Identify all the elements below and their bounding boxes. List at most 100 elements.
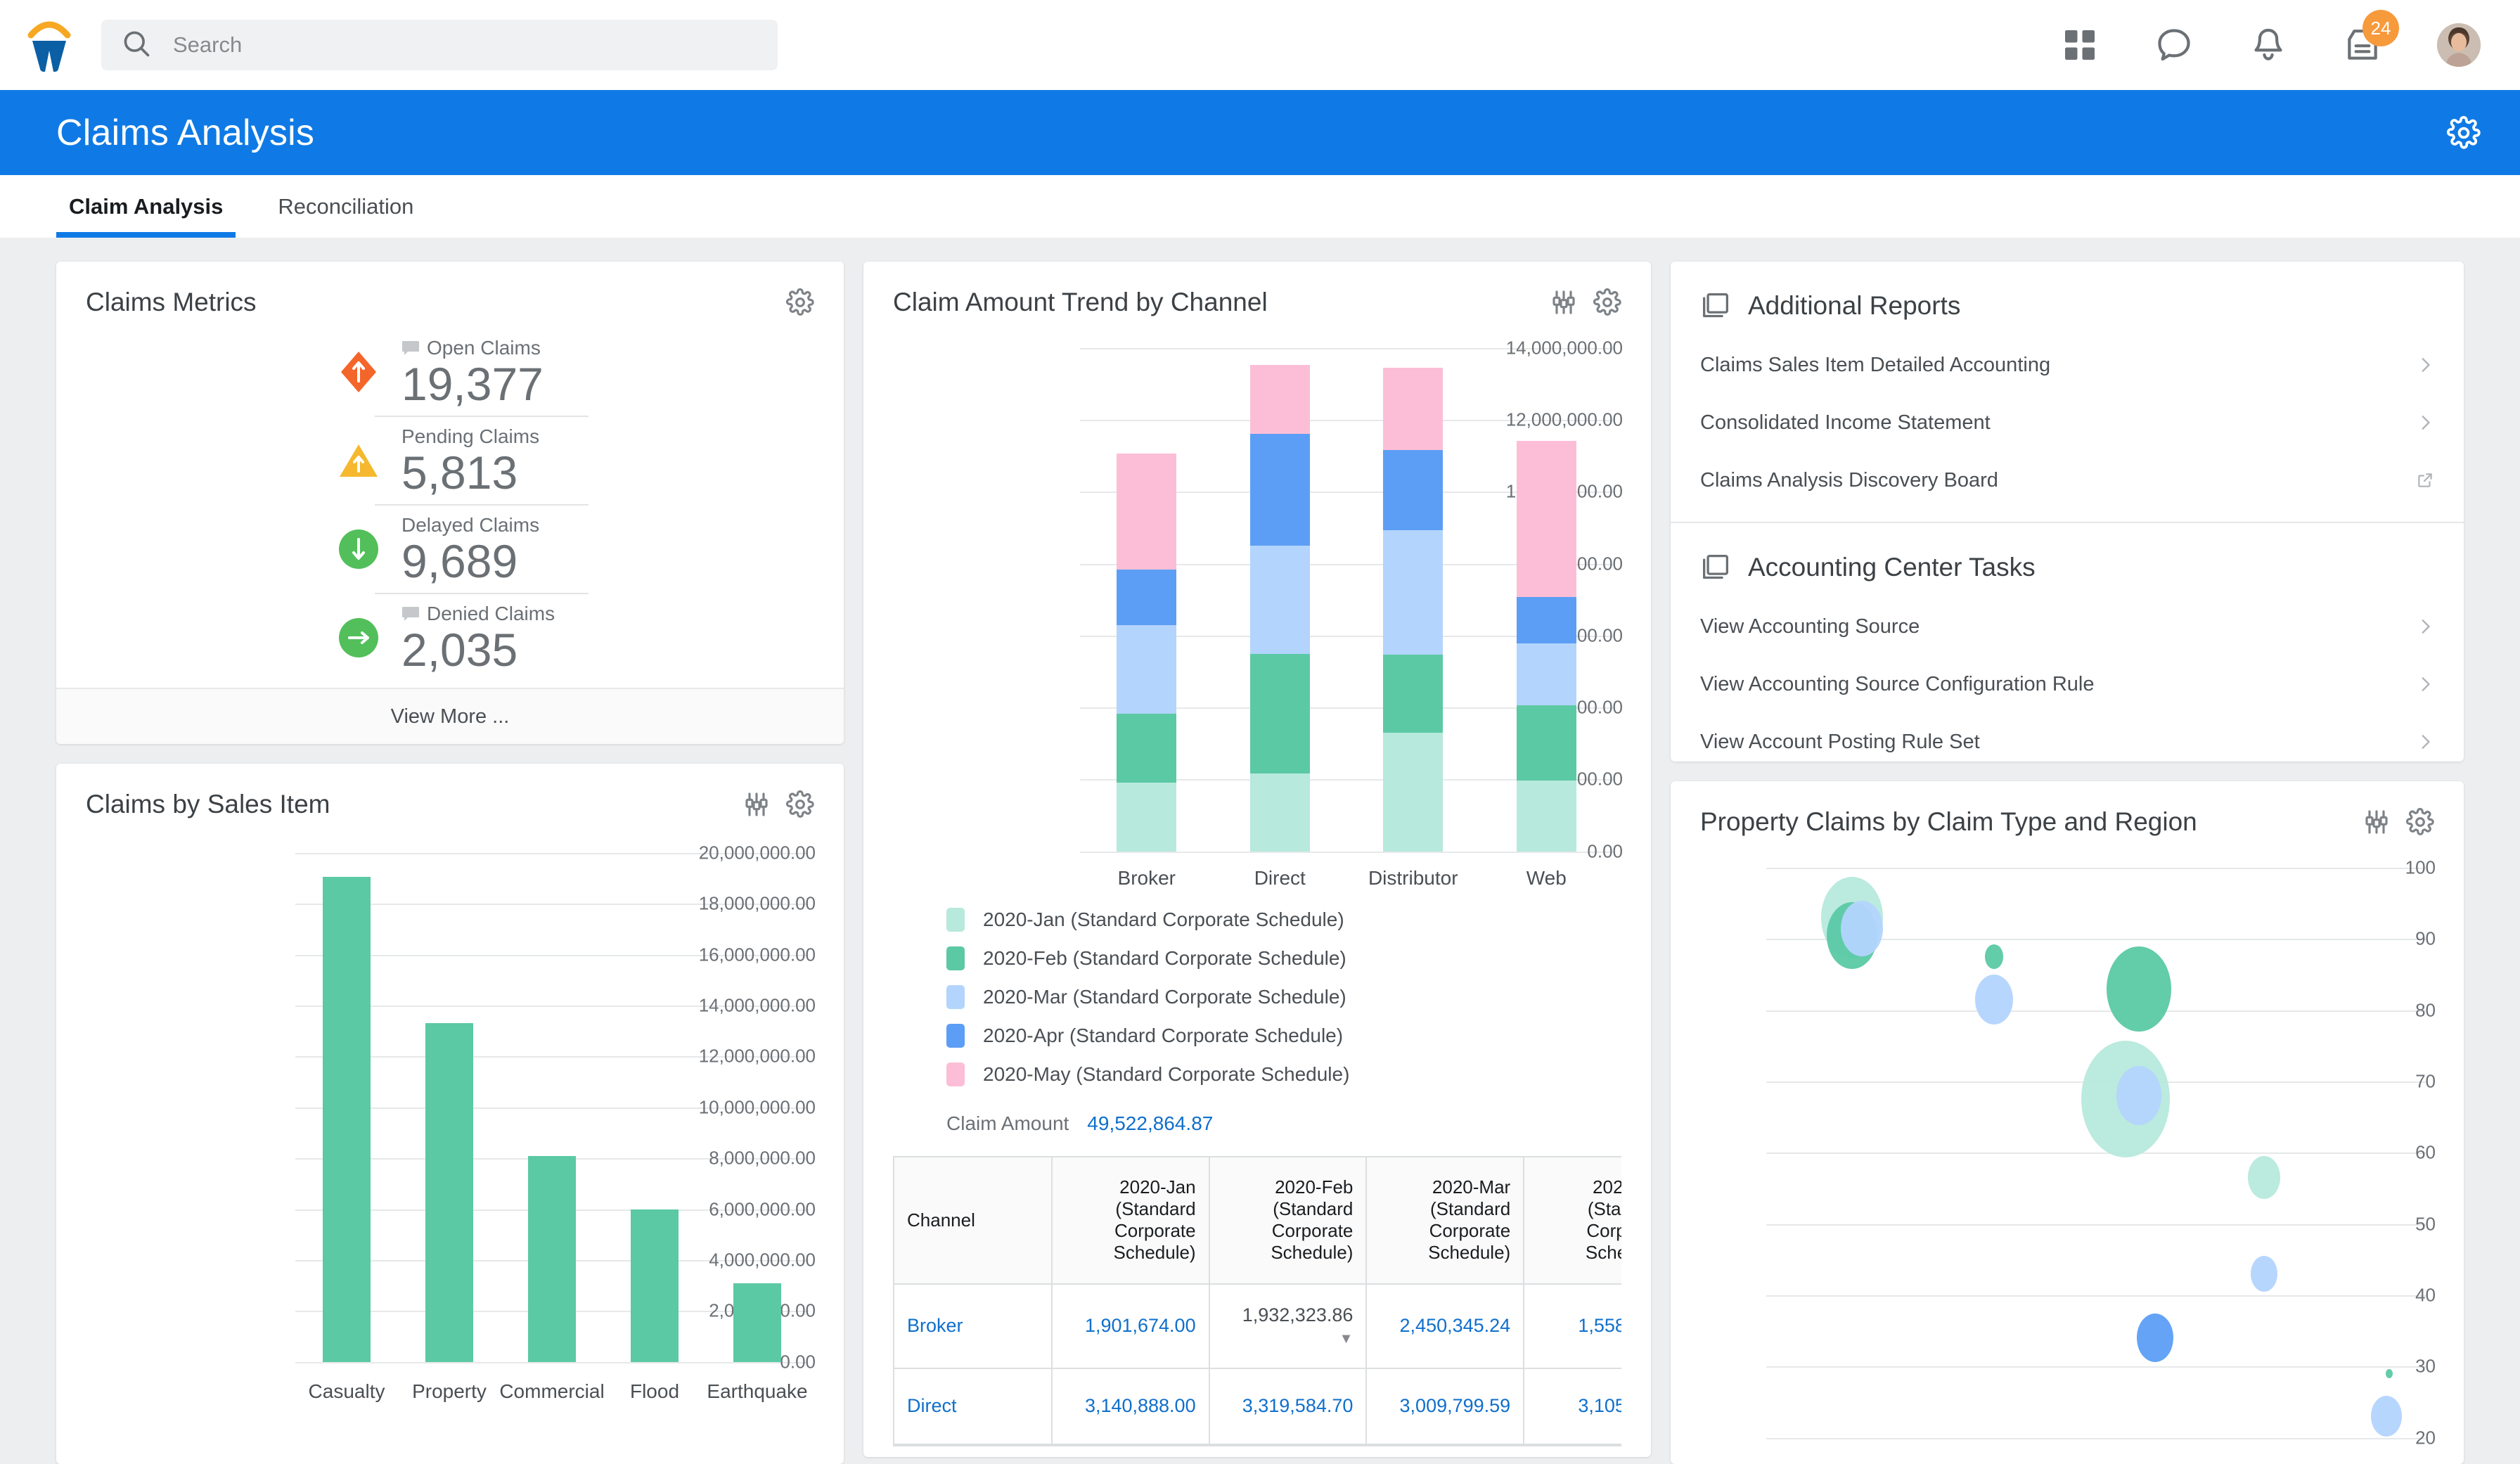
filter-sliders-icon[interactable] — [742, 790, 771, 818]
report-link-consolidated-income-statement[interactable]: Consolidated Income Statement — [1671, 394, 2464, 451]
top-icon-group: 24 — [2060, 23, 2481, 67]
cell-channel[interactable]: Direct — [894, 1368, 1052, 1444]
legend-label: 2020-May (Standard Corporate Schedule) — [983, 1063, 1349, 1086]
cell-apr[interactable]: 3,105,991. — [1524, 1368, 1621, 1444]
bar[interactable] — [528, 1156, 575, 1362]
claim-amount-trend-gear-icon[interactable] — [1593, 288, 1621, 316]
bar-segment[interactable] — [1117, 625, 1176, 713]
task-link-view-account-posting-rule-set[interactable]: View Account Posting Rule Set — [1671, 713, 2464, 762]
bubble-point[interactable] — [2371, 1396, 2402, 1437]
bubble-point[interactable] — [1975, 975, 2013, 1025]
bar-segment[interactable] — [1250, 365, 1310, 435]
claim-amount-total-label: Claim Amount — [946, 1112, 1069, 1135]
metric-pending-claims[interactable]: Pending Claims 5,813 — [56, 416, 844, 504]
bar-segment[interactable] — [1517, 781, 1576, 851]
legend-item[interactable]: 2020-Mar (Standard Corporate Schedule) — [946, 978, 1651, 1017]
col-header-channel[interactable]: Channel — [894, 1157, 1052, 1284]
metric-open-claims[interactable]: Open Claims 19,377 — [56, 327, 844, 416]
banner-settings-gear-icon[interactable] — [2447, 116, 2481, 150]
tab-claim-analysis[interactable]: Claim Analysis — [56, 194, 236, 238]
cell-jan[interactable]: 3,140,888.00 — [1052, 1368, 1209, 1444]
bar[interactable] — [323, 877, 370, 1362]
bar-segment[interactable] — [1250, 434, 1310, 546]
bubble-point[interactable] — [2251, 1256, 2277, 1291]
bar[interactable] — [631, 1209, 678, 1362]
view-more-button[interactable]: View More ... — [56, 688, 844, 744]
tab-reconciliation[interactable]: Reconciliation — [265, 194, 426, 238]
cell-apr[interactable]: 1,558,468. — [1524, 1284, 1621, 1368]
comment-bubble-icon — [401, 340, 420, 356]
bubble-point[interactable] — [1841, 901, 1883, 956]
cell-mar[interactable]: 2,450,345.24 — [1366, 1284, 1524, 1368]
bar-segment[interactable] — [1383, 368, 1443, 450]
task-link-view-accounting-source-configuration-rule[interactable]: View Accounting Source Configuration Rul… — [1671, 655, 2464, 713]
user-avatar[interactable] — [2437, 23, 2481, 67]
legend-item[interactable]: 2020-Feb (Standard Corporate Schedule) — [946, 939, 1651, 978]
bar-segment[interactable] — [1517, 643, 1576, 705]
report-link-claims-analysis-discovery-board[interactable]: Claims Analysis Discovery Board — [1671, 451, 2464, 509]
bar-segment[interactable] — [1383, 450, 1443, 530]
metric-denied-claims[interactable]: Denied Claims 2,035 — [56, 593, 844, 681]
notification-bell-icon[interactable] — [2249, 25, 2288, 65]
bar[interactable] — [733, 1283, 780, 1362]
legend-item[interactable]: 2020-May (Standard Corporate Schedule) — [946, 1055, 1651, 1094]
inbox-icon[interactable]: 24 — [2343, 25, 2382, 65]
legend-item[interactable]: 2020-Apr (Standard Corporate Schedule) — [946, 1017, 1651, 1055]
report-link-label: Claims Analysis Discovery Board — [1700, 469, 1998, 492]
bar-segment[interactable] — [1117, 570, 1176, 626]
gridline — [1766, 868, 2426, 869]
claims-metrics-gear-icon[interactable] — [786, 288, 814, 316]
bubble-point[interactable] — [2107, 946, 2171, 1032]
cell-channel[interactable]: Broker — [894, 1284, 1052, 1368]
search-box[interactable] — [101, 20, 778, 70]
y-axis-tick-label: 50 — [2389, 1213, 2436, 1235]
cell-jan[interactable]: 1,901,674.00 — [1052, 1284, 1209, 1368]
bar-segment[interactable] — [1250, 546, 1310, 654]
bar-segment[interactable] — [1383, 530, 1443, 654]
col-header-feb[interactable]: 2020-Feb (Standard Corporate Schedule) — [1209, 1157, 1367, 1284]
claim-amount-total-value[interactable]: 49,522,864.87 — [1087, 1112, 1213, 1135]
report-link-claims-sales-item-detailed-accounting[interactable]: Claims Sales Item Detailed Accounting — [1671, 336, 2464, 394]
bar-segment[interactable] — [1117, 783, 1176, 851]
bubble-point[interactable] — [2116, 1066, 2161, 1125]
bar-segment[interactable] — [1383, 733, 1443, 852]
chat-bubble-icon[interactable] — [2154, 25, 2194, 65]
task-link-view-accounting-source[interactable]: View Accounting Source — [1671, 598, 2464, 655]
gridline — [1766, 1295, 2426, 1297]
bubble-point[interactable] — [2248, 1156, 2280, 1199]
legend-item[interactable]: 2020-Jan (Standard Corporate Schedule) — [946, 901, 1651, 939]
bar-segment[interactable] — [1517, 597, 1576, 643]
inbox-badge-count: 24 — [2362, 10, 2399, 46]
accounting-center-tasks-title: Accounting Center Tasks — [1748, 553, 2036, 582]
bar-segment[interactable] — [1517, 705, 1576, 781]
y-axis-tick-label: 12,000,000.00 — [629, 1046, 816, 1067]
bar-segment[interactable] — [1117, 714, 1176, 783]
workday-logo[interactable] — [24, 17, 75, 73]
bubble-point[interactable] — [1985, 944, 2003, 968]
property-claims-gear-icon[interactable] — [2406, 808, 2434, 836]
bar-segment[interactable] — [1117, 454, 1176, 569]
col-header-mar[interactable]: 2020-Mar (Standard Corporate Schedule) — [1366, 1157, 1524, 1284]
bar-segment[interactable] — [1250, 773, 1310, 851]
chevron-down-icon[interactable]: ▼ — [1339, 1331, 1354, 1347]
col-header-jan[interactable]: 2020-Jan (Standard Corporate Schedule) — [1052, 1157, 1209, 1284]
apps-grid-icon[interactable] — [2060, 25, 2100, 65]
bubble-point[interactable] — [2137, 1314, 2173, 1362]
search-input[interactable] — [173, 32, 758, 58]
metric-delayed-claims[interactable]: Delayed Claims 9,689 — [56, 504, 844, 593]
cell-feb[interactable]: 1,932,323.86▼ — [1209, 1284, 1367, 1368]
bar[interactable] — [425, 1023, 472, 1361]
legend-swatch — [946, 1062, 965, 1086]
bar-segment[interactable] — [1383, 655, 1443, 733]
claims-by-sales-item-gear-icon[interactable] — [786, 790, 814, 818]
metric-denied-claims-text: Denied Claims 2,035 — [401, 603, 565, 673]
cell-feb[interactable]: 3,319,584.70 — [1209, 1368, 1367, 1444]
bar-segment[interactable] — [1250, 654, 1310, 773]
bar-segment[interactable] — [1517, 441, 1576, 597]
right-column: Additional Reports Claims Sales Item Det… — [1671, 262, 2464, 1464]
filter-sliders-icon[interactable] — [1550, 288, 1578, 316]
col-header-apr[interactable]: 2020-Apr (Standard Corporate Schedule) — [1524, 1157, 1621, 1284]
x-axis-tick-label: Broker — [1118, 867, 1176, 890]
filter-sliders-icon[interactable] — [2362, 808, 2391, 836]
cell-mar[interactable]: 3,009,799.59 — [1366, 1368, 1524, 1444]
